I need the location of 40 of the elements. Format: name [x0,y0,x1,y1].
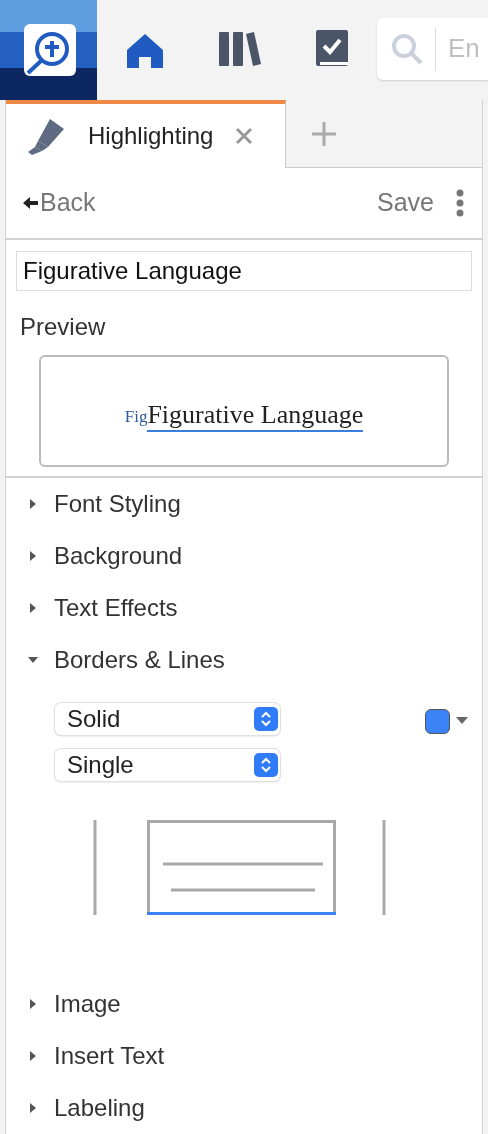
home-icon[interactable] [126,32,164,68]
left-border-option[interactable] [93,820,97,915]
section-header[interactable]: Insert Text [6,1030,482,1082]
preview-label: Preview [19,312,107,342]
search-field[interactable]: En [448,29,488,68]
stepper-icon [254,753,278,777]
more-icon[interactable] [456,189,464,217]
caret-right-icon [28,1103,38,1113]
back-button[interactable]: Back [23,184,96,222]
caret-right-icon [28,1051,38,1061]
caret-down-icon [28,655,38,665]
section-header[interactable]: Labeling [6,1082,482,1134]
save-button[interactable]: Save [377,184,434,222]
search-icon [391,32,423,65]
close-icon[interactable] [235,127,254,145]
color-picker[interactable] [425,707,468,735]
app-logo[interactable] [0,0,97,100]
books-icon[interactable] [219,32,261,68]
caret-right-icon [28,999,38,1009]
line-style-select[interactable]: Solid [55,703,280,735]
section-header[interactable]: Image [6,978,482,1030]
caret-down-icon[interactable] [456,717,468,725]
caret-right-icon [28,499,38,509]
section-header[interactable]: Background [6,530,482,582]
style-name-field[interactable]: Figurative Language [16,251,472,291]
section-header[interactable]: Borders & Lines [6,634,482,686]
preview-box: FigFigurative Language [39,355,449,467]
tab[interactable]: Highlighting [6,100,286,168]
caret-right-icon [28,551,38,561]
line-count-select[interactable]: Single [55,749,280,781]
stepper-icon [254,707,278,731]
border-side-line[interactable] [333,820,336,915]
left-arrow-icon [23,197,38,209]
add-tab-icon[interactable] [311,120,337,147]
section-header[interactable]: Text Effects [6,582,482,634]
caret-right-icon [28,603,38,613]
section-header[interactable]: Font Styling [6,478,482,530]
highlighter-icon [26,117,66,155]
right-border-option[interactable] [382,820,386,915]
border-side-line[interactable] [147,820,150,915]
